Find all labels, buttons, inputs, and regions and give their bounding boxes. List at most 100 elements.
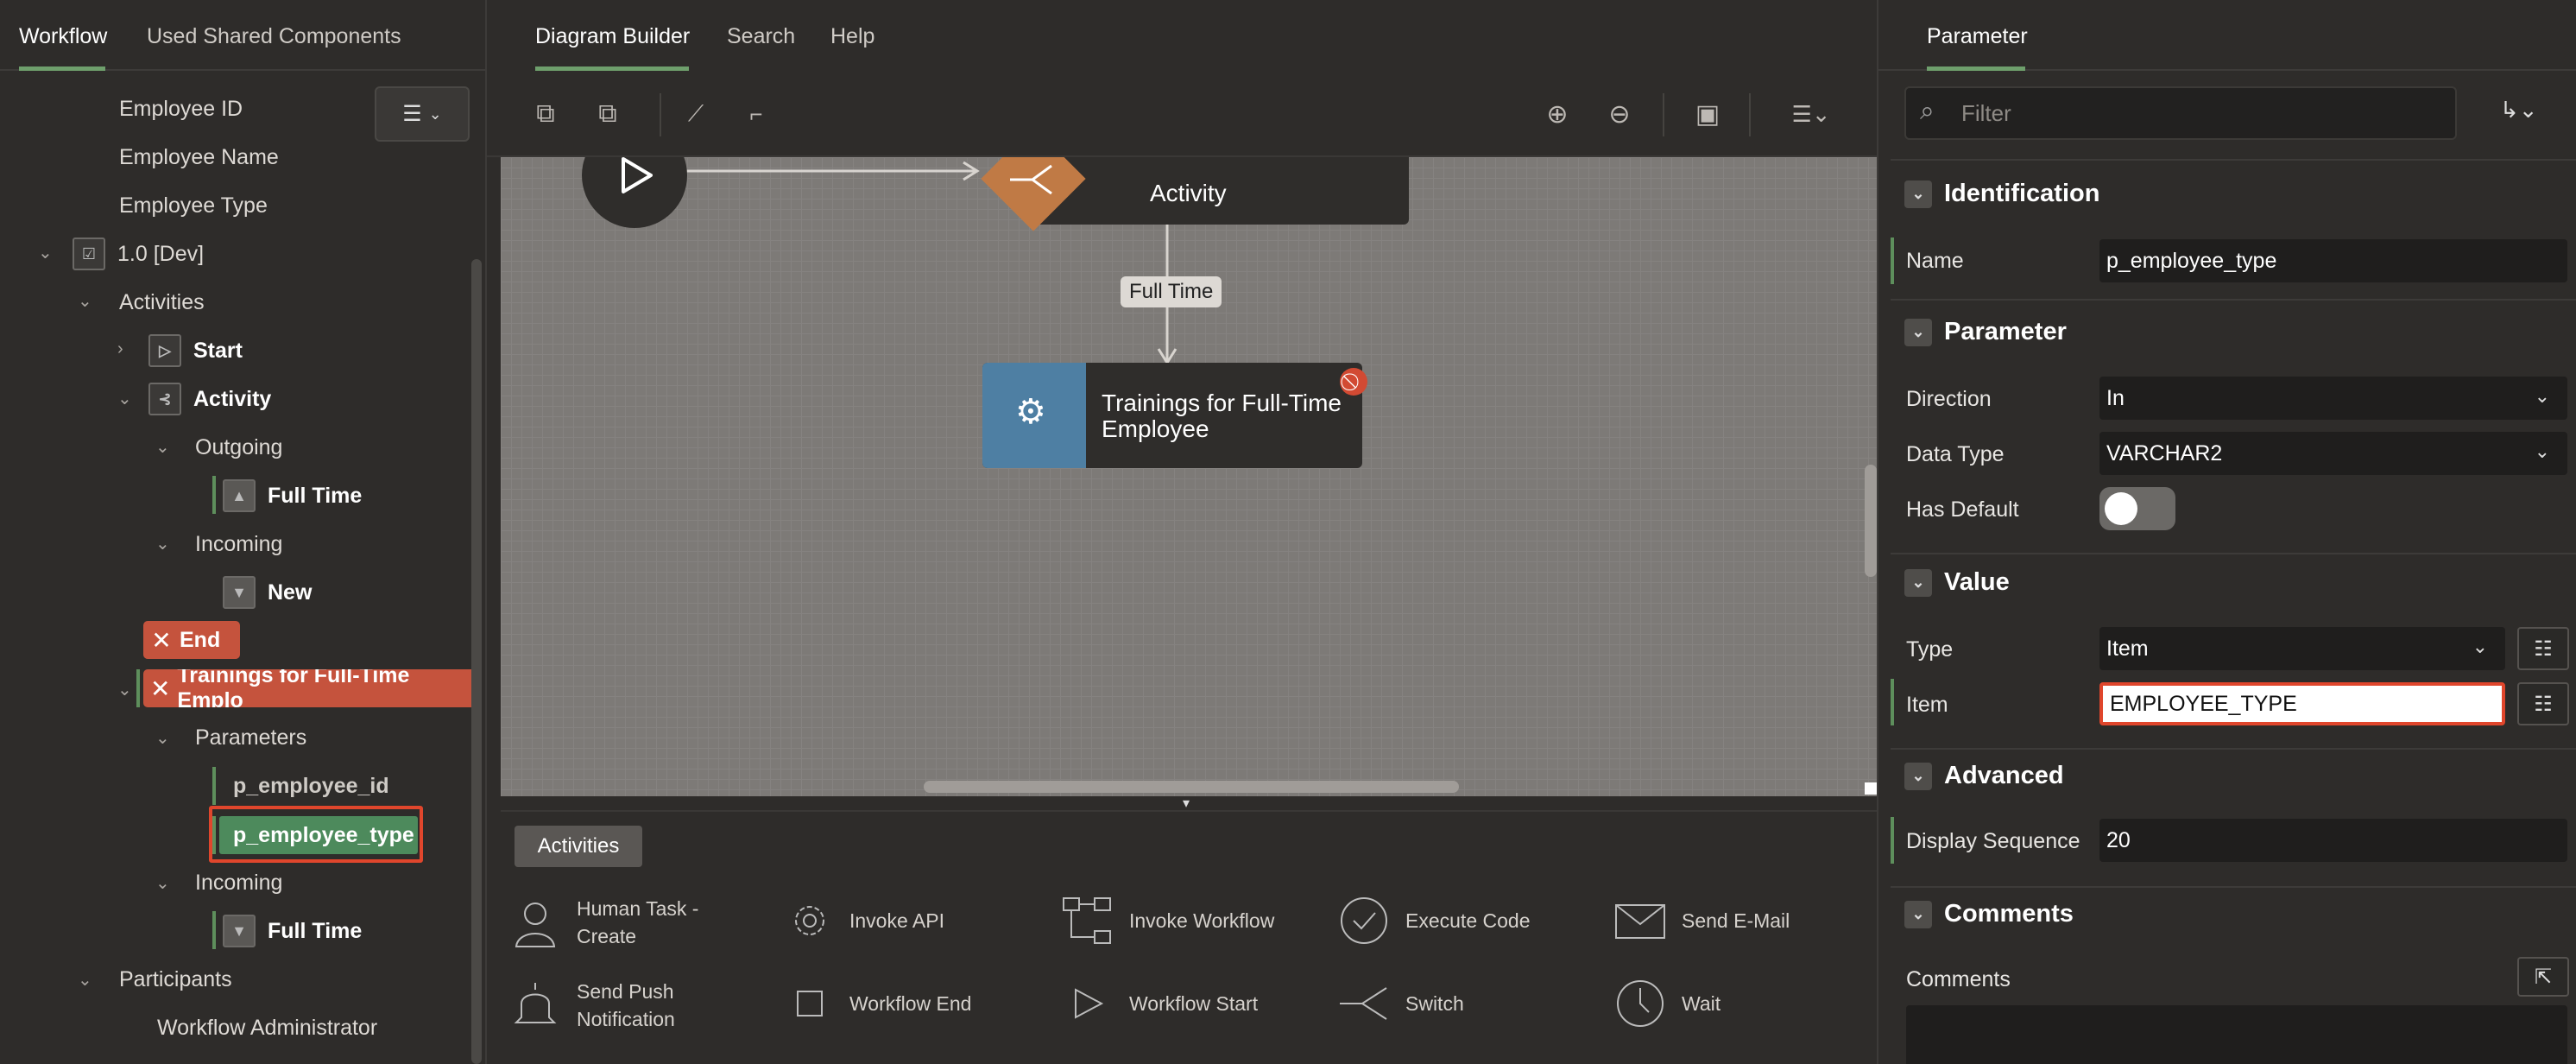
item-field[interactable]: EMPLOYEE_TYPE	[2099, 682, 2505, 725]
palette-workflow-end[interactable]: Workflow End	[786, 978, 971, 1029]
comments-textarea[interactable]	[1906, 1005, 2567, 1064]
left-scrollbar[interactable]	[471, 259, 482, 1064]
data-type-select[interactable]: VARCHAR2 ⌄	[2099, 432, 2567, 475]
filter-input[interactable]: ⌕ Filter	[1904, 86, 2457, 140]
palette-execute-code[interactable]: Execute Code	[1338, 895, 1530, 947]
go-to-group-icon[interactable]: ↳⌄	[2500, 97, 2538, 124]
section-title: Advanced	[1944, 762, 2064, 789]
direction-label: Direction	[1906, 387, 1992, 411]
required-marker	[1891, 238, 1894, 284]
section-advanced[interactable]: ⌄ Advanced	[1904, 762, 2064, 790]
switch-icon: ⊰	[148, 383, 181, 415]
tab-search[interactable]: Search	[727, 24, 795, 49]
tree-item-employee-type[interactable]: Employee Type	[119, 184, 268, 227]
chevron-down-icon[interactable]: ⌄	[117, 679, 132, 700]
palette-workflow-start[interactable]: Workflow Start	[1062, 978, 1258, 1029]
chevron-down-icon[interactable]: ⌄	[155, 436, 170, 458]
tab-help[interactable]: Help	[830, 24, 874, 49]
send-to-back-icon[interactable]: ⧉	[590, 97, 625, 131]
palette-toggle-icon[interactable]: ▾	[1183, 795, 1190, 812]
chevron-right-icon[interactable]: ›	[117, 339, 123, 359]
chevron-down-icon[interactable]: ⌄	[78, 290, 92, 312]
palette-wait[interactable]: Wait	[1614, 978, 1720, 1029]
tab-diagram-builder[interactable]: Diagram Builder	[535, 24, 690, 49]
tab-parameter[interactable]: Parameter	[1927, 24, 2028, 49]
tree-menu-button[interactable]: ☰ ⌄	[375, 86, 470, 142]
tree-item-activities[interactable]: Activities	[119, 281, 205, 324]
diagram-canvas[interactable]: Activity Full Time ⚙ Trainings for Full-…	[501, 157, 1878, 796]
toolbar-separator	[660, 93, 661, 136]
fit-to-screen-icon[interactable]: ▣	[1690, 97, 1725, 131]
chevron-down-icon[interactable]: ⌄	[155, 727, 170, 749]
orthogonal-connector-icon[interactable]: ⌐	[739, 97, 773, 131]
tree-item-end[interactable]: ✕ End	[143, 621, 240, 659]
center-panel: Diagram Builder Search Help ⧉ ⧉ ⟋ ⌐ ⊕ ⊖ …	[485, 0, 1878, 1064]
chevron-down-icon[interactable]: ⌄	[117, 388, 132, 409]
tab-workflow[interactable]: Workflow	[19, 24, 107, 49]
palette-tab-activities[interactable]: Activities	[515, 826, 642, 867]
palette-label: Human Task -	[577, 897, 699, 920]
tree-item-activity[interactable]: ⊰ Activity	[148, 377, 271, 421]
activity-node[interactable]: Activity	[1029, 157, 1409, 225]
palette-human-task-create[interactable]: Human Task - Create	[509, 895, 698, 950]
error-icon: ✕	[149, 674, 171, 702]
left-panel: Workflow Used Shared Components ☰ ⌄ Empl…	[0, 0, 485, 1064]
tree-item-full-time-incoming[interactable]: ▼ Full Time	[223, 909, 362, 953]
tree-item-employee-id[interactable]: Employee ID	[119, 87, 243, 130]
section-parameter[interactable]: ⌄ Parameter	[1904, 318, 2067, 346]
start-node[interactable]	[582, 157, 687, 228]
divider	[1891, 159, 2576, 161]
tree-item-full-time-outgoing[interactable]: ▲ Full Time	[223, 474, 362, 517]
chevron-down-icon[interactable]: ⌄	[38, 242, 53, 263]
type-select[interactable]: Item ⌄	[2099, 627, 2505, 670]
direction-select[interactable]: In ⌄	[2099, 377, 2567, 420]
palette-send-email[interactable]: Send E-Mail	[1614, 895, 1790, 947]
has-default-toggle[interactable]	[2099, 487, 2175, 530]
activities-palette: Activities Human Task - Create Invoke API…	[501, 810, 1878, 1064]
tree-item-participants[interactable]: Participants	[119, 958, 232, 1001]
palette-invoke-workflow[interactable]: Invoke Workflow	[1062, 895, 1274, 947]
chevron-down-icon[interactable]: ⌄	[78, 969, 92, 991]
tree-item-start[interactable]: ▷ Start	[148, 329, 243, 372]
canvas-h-scrollbar[interactable]	[924, 781, 1459, 793]
version-icon: ☑	[73, 238, 105, 270]
item-list-button[interactable]: ☷	[2517, 682, 2569, 725]
tree-item-trainings[interactable]: ✕ Trainings for Full-Time Emplo	[143, 669, 471, 707]
type-list-button[interactable]: ☷	[2517, 627, 2569, 670]
tab-used-shared-components[interactable]: Used Shared Components	[147, 24, 401, 49]
square-icon	[797, 991, 823, 1016]
palette-invoke-api[interactable]: Invoke API	[786, 895, 944, 947]
tree-item-parameters[interactable]: Parameters	[195, 716, 306, 759]
canvas-v-scrollbar[interactable]	[1865, 465, 1877, 577]
display-sequence-field[interactable]: 20	[2099, 819, 2567, 862]
diagram-menu-icon[interactable]: ☰⌄	[1785, 97, 1837, 131]
tree-item-p-employee-id[interactable]: p_employee_id	[233, 764, 389, 808]
resize-corner[interactable]	[1865, 782, 1877, 795]
list-icon: ☷	[2534, 692, 2553, 716]
chevron-down-icon[interactable]: ⌄	[155, 872, 170, 894]
tree-item-version[interactable]: ☑ 1.0 [Dev]	[73, 232, 204, 276]
data-type-value: VARCHAR2	[2106, 440, 2223, 466]
tree-item-workflow-admin[interactable]: Workflow Administrator	[157, 1006, 377, 1049]
palette-switch[interactable]: Switch	[1338, 978, 1464, 1029]
error-badge-icon[interactable]: ⃠	[1340, 368, 1367, 396]
name-field[interactable]: p_employee_type	[2099, 239, 2567, 282]
tree-item-employee-name[interactable]: Employee Name	[119, 136, 279, 179]
bring-to-front-icon[interactable]: ⧉	[528, 97, 563, 131]
tree-item-incoming[interactable]: Incoming	[195, 522, 282, 566]
section-comments[interactable]: ⌄ Comments	[1904, 900, 2074, 928]
tree-item-outgoing[interactable]: Outgoing	[195, 426, 282, 469]
connection-label-full-time[interactable]: Full Time	[1121, 276, 1222, 307]
trainings-node[interactable]: ⚙ Trainings for Full-Time Employee	[982, 363, 1362, 468]
straight-connector-icon[interactable]: ⟋	[679, 97, 713, 131]
zoom-in-icon[interactable]: ⊕	[1540, 97, 1575, 131]
section-value[interactable]: ⌄ Value	[1904, 568, 2010, 597]
palette-label: Workflow Start	[1129, 992, 1259, 1015]
zoom-out-icon[interactable]: ⊖	[1602, 97, 1637, 131]
tree-item-new[interactable]: ▼ New	[223, 571, 312, 614]
palette-send-push-notification[interactable]: Send Push Notification	[509, 978, 675, 1033]
chevron-down-icon[interactable]: ⌄	[155, 533, 170, 554]
expand-comments-button[interactable]: ⇱	[2517, 957, 2569, 997]
tree-item-incoming-2[interactable]: Incoming	[195, 861, 282, 904]
section-identification[interactable]: ⌄ Identification	[1904, 180, 2099, 208]
